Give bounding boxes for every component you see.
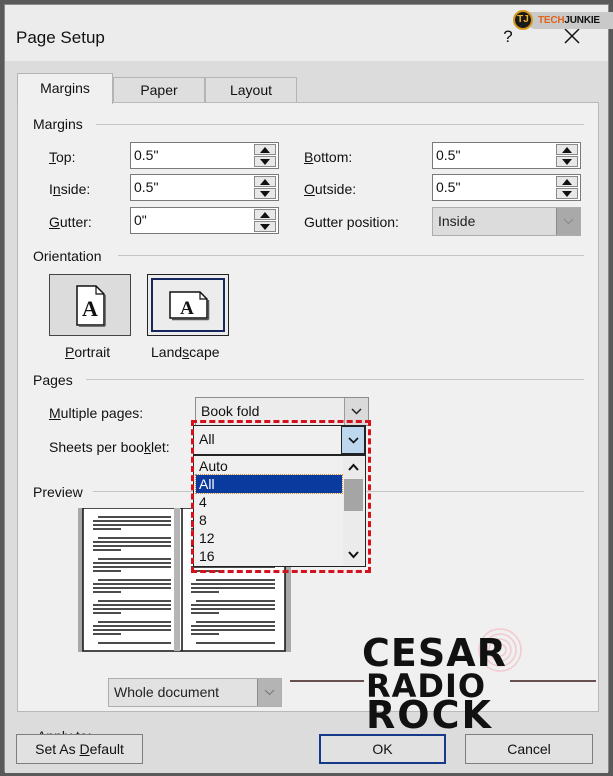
apply-to-dropdown-button[interactable] [257, 679, 281, 706]
portrait-button[interactable]: A [49, 274, 131, 336]
margins-group-label: Margins [33, 116, 89, 132]
dialog-title: Page Setup [16, 28, 105, 47]
gutter-spinner[interactable]: 0" [130, 207, 279, 234]
inside-label: Inside: [49, 181, 91, 197]
outside-margin-spinner[interactable]: 0.5" [432, 174, 581, 201]
outside-label: Outside: [304, 181, 357, 197]
bottom-margin-spinner[interactable]: 0.5" [432, 142, 581, 169]
techjunkie-logo-icon: TJ [513, 10, 533, 30]
gutter-value[interactable]: 0" [134, 212, 147, 228]
gutter-position-label: Gutter position: [304, 214, 399, 230]
inside-margin-decrement[interactable] [254, 188, 276, 199]
highlight-annotation-box [191, 420, 371, 573]
svg-text:A: A [82, 296, 98, 321]
top-margin-value[interactable]: 0.5" [134, 147, 158, 163]
arrow-down-icon [562, 191, 572, 197]
arrow-down-icon [562, 159, 572, 165]
bottom-margin-increment[interactable] [556, 144, 578, 155]
orientation-group-divider [118, 255, 584, 256]
margins-tab-panel: Margins Top: 0.5" Inside: 0.5" Gutter: 0 [17, 102, 599, 744]
top-margin-increment[interactable] [254, 144, 276, 155]
arrow-down-icon [260, 191, 270, 197]
tab-margins[interactable]: Margins [17, 73, 113, 104]
outside-margin-value[interactable]: 0.5" [436, 179, 460, 195]
techjunkie-wordmark: TECHJUNKIE [529, 12, 613, 29]
svg-text:A: A [180, 298, 194, 319]
apply-to-select[interactable]: Whole document [108, 678, 282, 707]
tab-layout[interactable]: Layout [205, 77, 297, 103]
landscape-label: Landscape [151, 344, 220, 360]
apply-to-value[interactable]: Whole document [114, 684, 219, 700]
arrow-down-icon [260, 159, 270, 165]
chevron-down-icon [264, 689, 275, 696]
gutter-position-value: Inside [438, 213, 476, 229]
portrait-label: Portrait [65, 344, 111, 360]
bottom-margin-decrement[interactable] [556, 156, 578, 167]
preview-group-label: Preview [33, 484, 89, 500]
arrow-down-icon [260, 224, 270, 230]
pages-group-label: Pages [33, 372, 79, 388]
cesar-radio-rock-watermark: CESAR RADIO ROCK [290, 628, 596, 730]
gutter-position-select: Inside [432, 207, 581, 236]
orientation-group-label: Orientation [33, 248, 108, 264]
bottom-margin-value[interactable]: 0.5" [436, 147, 460, 163]
top-margin-spinner[interactable]: 0.5" [130, 142, 279, 169]
inside-margin-increment[interactable] [254, 176, 276, 187]
top-label: Top: [49, 149, 76, 165]
top-margin-decrement[interactable] [254, 156, 276, 167]
outside-margin-increment[interactable] [556, 176, 578, 187]
bottom-label: Bottom: [304, 149, 353, 165]
arrow-up-icon [260, 179, 270, 185]
watermark-line-3: ROCK [366, 693, 493, 730]
gutter-increment[interactable] [254, 209, 276, 220]
inside-margin-value[interactable]: 0.5" [134, 179, 158, 195]
techjunkie-watermark: TECHJUNKIE TJ [513, 9, 613, 31]
gutter-position-dropdown-button [556, 208, 580, 235]
chevron-down-icon [563, 218, 574, 225]
outside-margin-decrement[interactable] [556, 188, 578, 199]
arrow-up-icon [260, 212, 270, 218]
multiple-pages-label: Multiple pages: [49, 405, 144, 421]
margins-group-divider [96, 124, 584, 125]
pages-group-divider [86, 379, 584, 380]
landscape-page-icon: A [169, 291, 210, 321]
gutter-label: Gutter: [49, 214, 92, 230]
arrow-up-icon [260, 147, 270, 153]
portrait-page-icon: A [76, 285, 106, 327]
gutter-decrement[interactable] [254, 221, 276, 232]
tab-paper[interactable]: Paper [113, 77, 205, 103]
inside-margin-spinner[interactable]: 0.5" [130, 174, 279, 201]
chevron-down-icon [351, 408, 362, 415]
ok-button[interactable]: OK [319, 734, 446, 764]
landscape-button[interactable]: A [147, 274, 229, 336]
cancel-button[interactable]: Cancel [465, 734, 593, 764]
title-bar: Page Setup ? TECHJUNKIE TJ [5, 5, 613, 61]
sheets-per-booklet-label: Sheets per booklet: [49, 439, 170, 455]
multiple-pages-value[interactable]: Book fold [201, 403, 259, 419]
arrow-up-icon [562, 179, 572, 185]
arrow-up-icon [562, 147, 572, 153]
set-as-default-button[interactable]: Set As Default [16, 734, 143, 764]
